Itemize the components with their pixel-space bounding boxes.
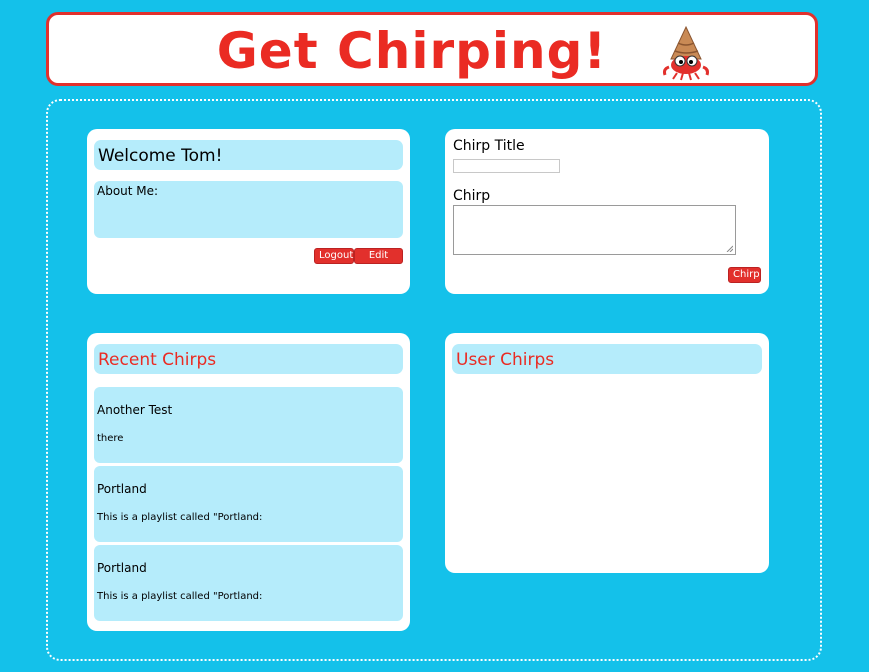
recent-chirps-heading: Recent Chirps [94,344,403,374]
recent-chirps-card: Recent Chirps Another Test there Portlan… [87,333,410,631]
chirp-body: there [97,433,124,444]
chirp-body-label: Chirp [453,188,491,204]
hermit-crab-icon [663,25,709,81]
chirp-title: Another Test [97,403,173,417]
user-chirps-heading: User Chirps [452,344,762,374]
list-item[interactable]: Another Test there [94,387,403,463]
chirp-title-input[interactable] [453,159,560,173]
chirp-submit-button[interactable]: Chirp [728,267,761,283]
chirp-body: This is a playlist called "Portland: [97,512,263,523]
list-item[interactable]: Portland This is a playlist called "Port… [94,466,403,542]
chirp-body-textarea[interactable] [453,205,736,255]
logout-button[interactable]: Logout [314,248,354,264]
user-chirps-card: User Chirps [445,333,769,573]
chirp-title: Portland [97,561,147,575]
resize-handle-icon[interactable] [726,245,733,252]
chirp-body: This is a playlist called "Portland: [97,591,263,602]
welcome-heading: Welcome Tom! [94,140,403,170]
list-item[interactable]: Portland This is a playlist called "Port… [94,545,403,621]
chirp-title-label: Chirp Title [453,138,525,154]
about-me: About Me: [94,181,403,238]
edit-user-button[interactable]: Edit User [354,248,403,275]
chirp-title: Portland [97,482,147,496]
site-header: Get Chirping! [46,12,818,86]
welcome-card: Welcome Tom! About Me: Logout Edit User [87,129,410,294]
chirp-composer: Chirp Title Chirp Chirp [445,129,769,294]
